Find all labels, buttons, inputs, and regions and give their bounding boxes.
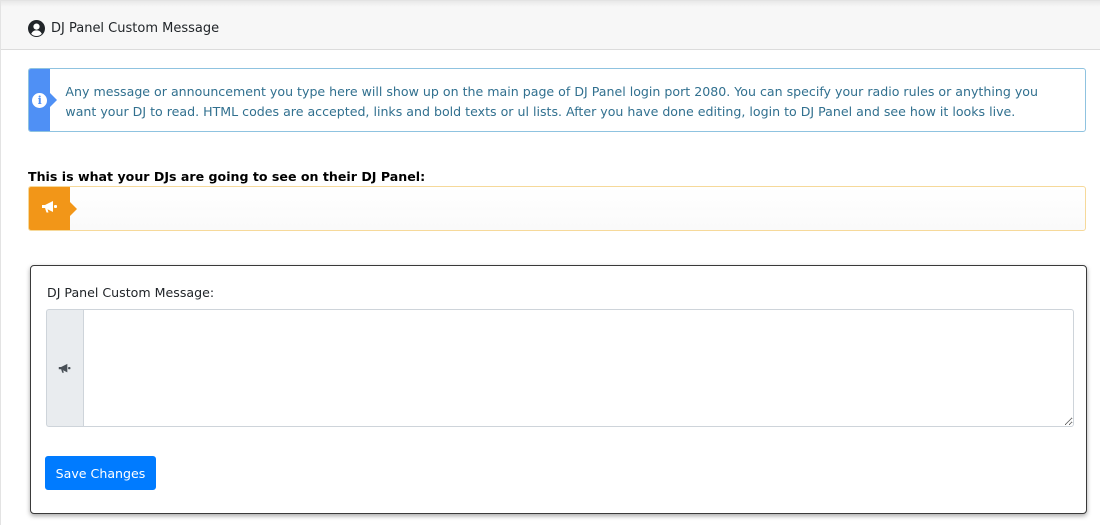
save-changes-button[interactable]: Save Changes (45, 456, 156, 490)
info-callout: i Any message or announcement you type h… (28, 68, 1086, 132)
user-circle-icon (28, 19, 45, 37)
custom-message-textarea[interactable] (83, 309, 1074, 427)
custom-message-card: DJ Panel Custom Message i Any message or… (0, 0, 1100, 525)
bullhorn-icon (41, 199, 59, 218)
message-form: DJ Panel Custom Message: Save Changes (30, 265, 1087, 514)
message-field-label: DJ Panel Custom Message: (47, 285, 215, 300)
preview-label: This is what your DJs are going to see o… (28, 169, 426, 184)
card-header: DJ Panel Custom Message (1, 7, 1100, 50)
bullhorn-icon (58, 359, 72, 378)
preview-callout (28, 186, 1086, 231)
preview-icon-column (29, 187, 77, 230)
info-text: Any message or announcement you type her… (65, 84, 1038, 119)
info-circle-icon: i (32, 92, 48, 108)
message-input-addon (46, 309, 83, 427)
message-input-group (46, 309, 1074, 427)
page-title: DJ Panel Custom Message (51, 20, 220, 36)
info-icon-column: i (29, 69, 58, 131)
